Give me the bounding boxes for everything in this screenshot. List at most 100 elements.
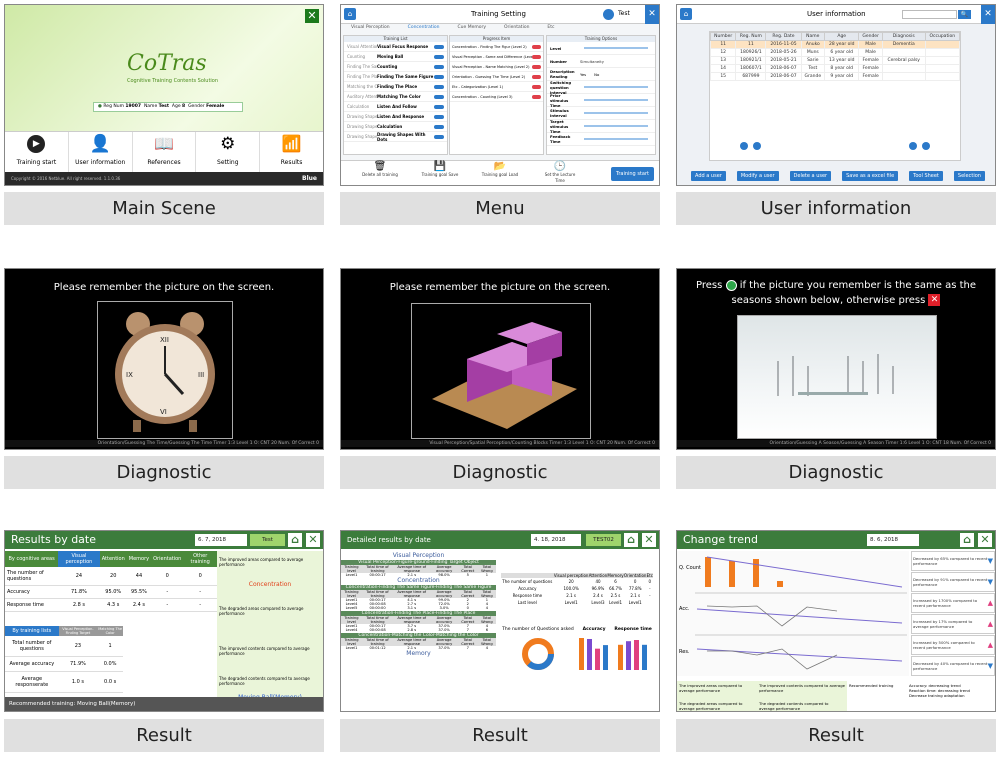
toggle-switch[interactable] bbox=[434, 104, 444, 109]
table-row[interactable]: 11 11 2016-11-05 Anuko 28 year old Male Dement… bbox=[709, 40, 961, 49]
remove-icon[interactable] bbox=[532, 74, 541, 79]
home-icon[interactable]: ⌂ bbox=[344, 8, 356, 20]
progress-item[interactable]: Visual Perception - Name Matching (Level… bbox=[450, 62, 543, 72]
training-list-item[interactable]: Counting Moving Ball bbox=[344, 52, 447, 62]
next-page-icon[interactable] bbox=[909, 142, 917, 150]
table-cell: 95.5% bbox=[126, 585, 152, 599]
training-list-item[interactable]: Matching the ColorFinding The Place bbox=[344, 82, 447, 92]
training-list-item[interactable]: Drawing Shapes With DotsCalculation bbox=[344, 122, 447, 132]
table-row[interactable]: 13 180921/1 2018-05-21 Sarie 13 year old Fema… bbox=[709, 56, 961, 65]
toggle-switch[interactable] bbox=[434, 114, 444, 119]
home-icon[interactable]: ⌂ bbox=[680, 8, 692, 20]
table-row: The number of questions 24 20 44 0 0 bbox=[5, 567, 217, 586]
detail-table: Training level Total time of training Aver… bbox=[341, 616, 496, 632]
training-start-button[interactable]: Training start bbox=[611, 167, 654, 181]
toggle-switch[interactable] bbox=[434, 84, 444, 89]
tab-concentration[interactable]: Concentration bbox=[408, 25, 440, 33]
option-row: Feedback Time bbox=[547, 133, 655, 146]
selection-button[interactable]: Selection bbox=[953, 171, 985, 181]
progress-item[interactable]: Orientation - Guessing The Time (Level 2… bbox=[450, 72, 543, 82]
setting-button[interactable]: ⚙ Setting bbox=[196, 132, 261, 173]
search-input[interactable] bbox=[902, 10, 957, 19]
remove-icon[interactable] bbox=[532, 54, 541, 59]
table-row[interactable]: 14 180607/1 2018-06-07 Test 8 year old Female bbox=[709, 64, 961, 73]
set-lecture-time-button[interactable]: 🕒 Set the Lecture Time bbox=[541, 161, 579, 185]
date-select[interactable]: 4. 18, 2018 bbox=[531, 534, 581, 546]
option-slider[interactable] bbox=[584, 86, 648, 88]
training-list-item[interactable]: Finding The Same FigureCounting bbox=[344, 62, 447, 72]
progress-item[interactable]: Concentration - Finding The Figur (Level… bbox=[450, 42, 543, 52]
first-page-icon[interactable] bbox=[740, 142, 748, 150]
option-slider[interactable] bbox=[584, 112, 648, 114]
references-button[interactable]: 📖 References bbox=[133, 132, 197, 173]
progress-item[interactable]: Etc - Categorization (Level 1) bbox=[450, 82, 543, 92]
home-icon[interactable]: ⌂ bbox=[960, 533, 974, 547]
search-icon[interactable]: 🔍 bbox=[958, 10, 971, 19]
toggle-switch[interactable] bbox=[434, 64, 444, 69]
tab-etc[interactable]: Etc bbox=[547, 25, 554, 33]
training-goal-save-button[interactable]: 💾 Training goal Save bbox=[421, 161, 459, 185]
copyright-text: Copyright © 2016 Netblue. All right rese… bbox=[11, 176, 121, 181]
close-icon[interactable]: ✕ bbox=[642, 533, 656, 547]
save-excel-button[interactable]: Save as a excel file bbox=[842, 171, 899, 181]
toggle-switch[interactable] bbox=[434, 74, 444, 79]
yes-circle-icon[interactable] bbox=[725, 279, 737, 291]
option-slider[interactable] bbox=[584, 47, 648, 49]
close-button[interactable]: ✕ bbox=[305, 9, 319, 23]
close-icon[interactable]: ✕ bbox=[978, 533, 992, 547]
training-list-item[interactable]: Drawing Shapes With DotsDrawing Shapes W… bbox=[344, 132, 447, 142]
add-user-button[interactable]: Add a user bbox=[691, 171, 726, 181]
training-goal-load-button[interactable]: 📂 Training goal Load bbox=[481, 161, 519, 185]
training-start-button[interactable]: ▶ Training start bbox=[5, 132, 69, 173]
home-icon[interactable]: ⌂ bbox=[288, 533, 302, 547]
date-select[interactable]: 8. 6, 2018 bbox=[867, 534, 919, 546]
toggle-switch[interactable] bbox=[434, 134, 444, 139]
simultaneity-radio[interactable]: Simultaneity bbox=[580, 59, 604, 64]
remove-icon[interactable] bbox=[532, 84, 541, 89]
close-icon[interactable]: ✕ bbox=[981, 5, 995, 24]
training-list-item[interactable]: Visual Attention Visual Focus Response bbox=[344, 42, 447, 52]
diagnostic-status-bar: Orientation/Guessing The Time/Guessing T… bbox=[5, 440, 323, 447]
delete-all-training-button[interactable]: 🗑 Delete all training bbox=[361, 161, 399, 185]
option-slider[interactable] bbox=[584, 138, 648, 140]
remove-icon[interactable] bbox=[532, 94, 541, 99]
user-information-button[interactable]: 👤 User information bbox=[69, 132, 133, 173]
toggle-switch[interactable] bbox=[434, 94, 444, 99]
date-select[interactable]: 6. 7, 2018 bbox=[195, 534, 247, 546]
table-row[interactable]: 15 687999 2018-06-07 Grande 9 year old Female bbox=[709, 72, 961, 81]
table-row[interactable]: 12 180926/1 2018-05-26 Muns 6 year old Male bbox=[709, 48, 961, 57]
tab-visual-perception[interactable]: Visual Perception bbox=[351, 25, 390, 33]
table-cell: 1 bbox=[97, 636, 123, 657]
results-button[interactable]: 📶 Results bbox=[260, 132, 323, 173]
progress-item[interactable]: Visual Perception - Same and Difference … bbox=[450, 52, 543, 62]
modify-user-button[interactable]: Modify a user bbox=[736, 171, 779, 181]
delete-user-button[interactable]: Delete a user bbox=[789, 171, 832, 181]
close-icon[interactable]: ✕ bbox=[306, 533, 320, 547]
training-list-item[interactable]: Calculation Listen And Follow bbox=[344, 102, 447, 112]
category-label: Drawing Shapes With Dots bbox=[347, 134, 377, 139]
prev-page-icon[interactable] bbox=[753, 142, 761, 150]
close-icon[interactable]: ✕ bbox=[645, 5, 659, 24]
no-x-icon[interactable]: ✕ bbox=[928, 294, 941, 306]
tab-cue-memory[interactable]: Cue Memory bbox=[458, 25, 487, 33]
training-list-item[interactable]: Drawing Shapes With DotsListen And Respo… bbox=[344, 112, 447, 122]
table-cell: 71.8% bbox=[58, 585, 100, 599]
training-list-item[interactable]: Finding The PlaceFinding The Same Figure bbox=[344, 72, 447, 82]
option-slider[interactable] bbox=[584, 99, 648, 101]
no-radio[interactable]: No bbox=[594, 72, 599, 77]
remove-icon[interactable] bbox=[532, 44, 541, 49]
option-slider[interactable] bbox=[584, 125, 648, 127]
last-page-icon[interactable] bbox=[922, 142, 930, 150]
home-icon[interactable]: ⌂ bbox=[624, 533, 638, 547]
table-cell: Dementia bbox=[881, 40, 926, 49]
yes-radio[interactable]: Yes bbox=[580, 72, 586, 77]
tab-orientation[interactable]: Orientation bbox=[504, 25, 529, 33]
tool-sheet-button[interactable]: Tool Sheet bbox=[909, 171, 943, 181]
progress-item[interactable]: Concentration - Counting (Level 3) bbox=[450, 92, 543, 102]
training-list-item[interactable]: Auditory AttentionMatching The Color bbox=[344, 92, 447, 102]
toggle-switch[interactable] bbox=[434, 54, 444, 59]
toggle-switch[interactable] bbox=[434, 44, 444, 49]
save-icon: 💾 bbox=[433, 161, 447, 172]
remove-icon[interactable] bbox=[532, 64, 541, 69]
toggle-switch[interactable] bbox=[434, 124, 444, 129]
